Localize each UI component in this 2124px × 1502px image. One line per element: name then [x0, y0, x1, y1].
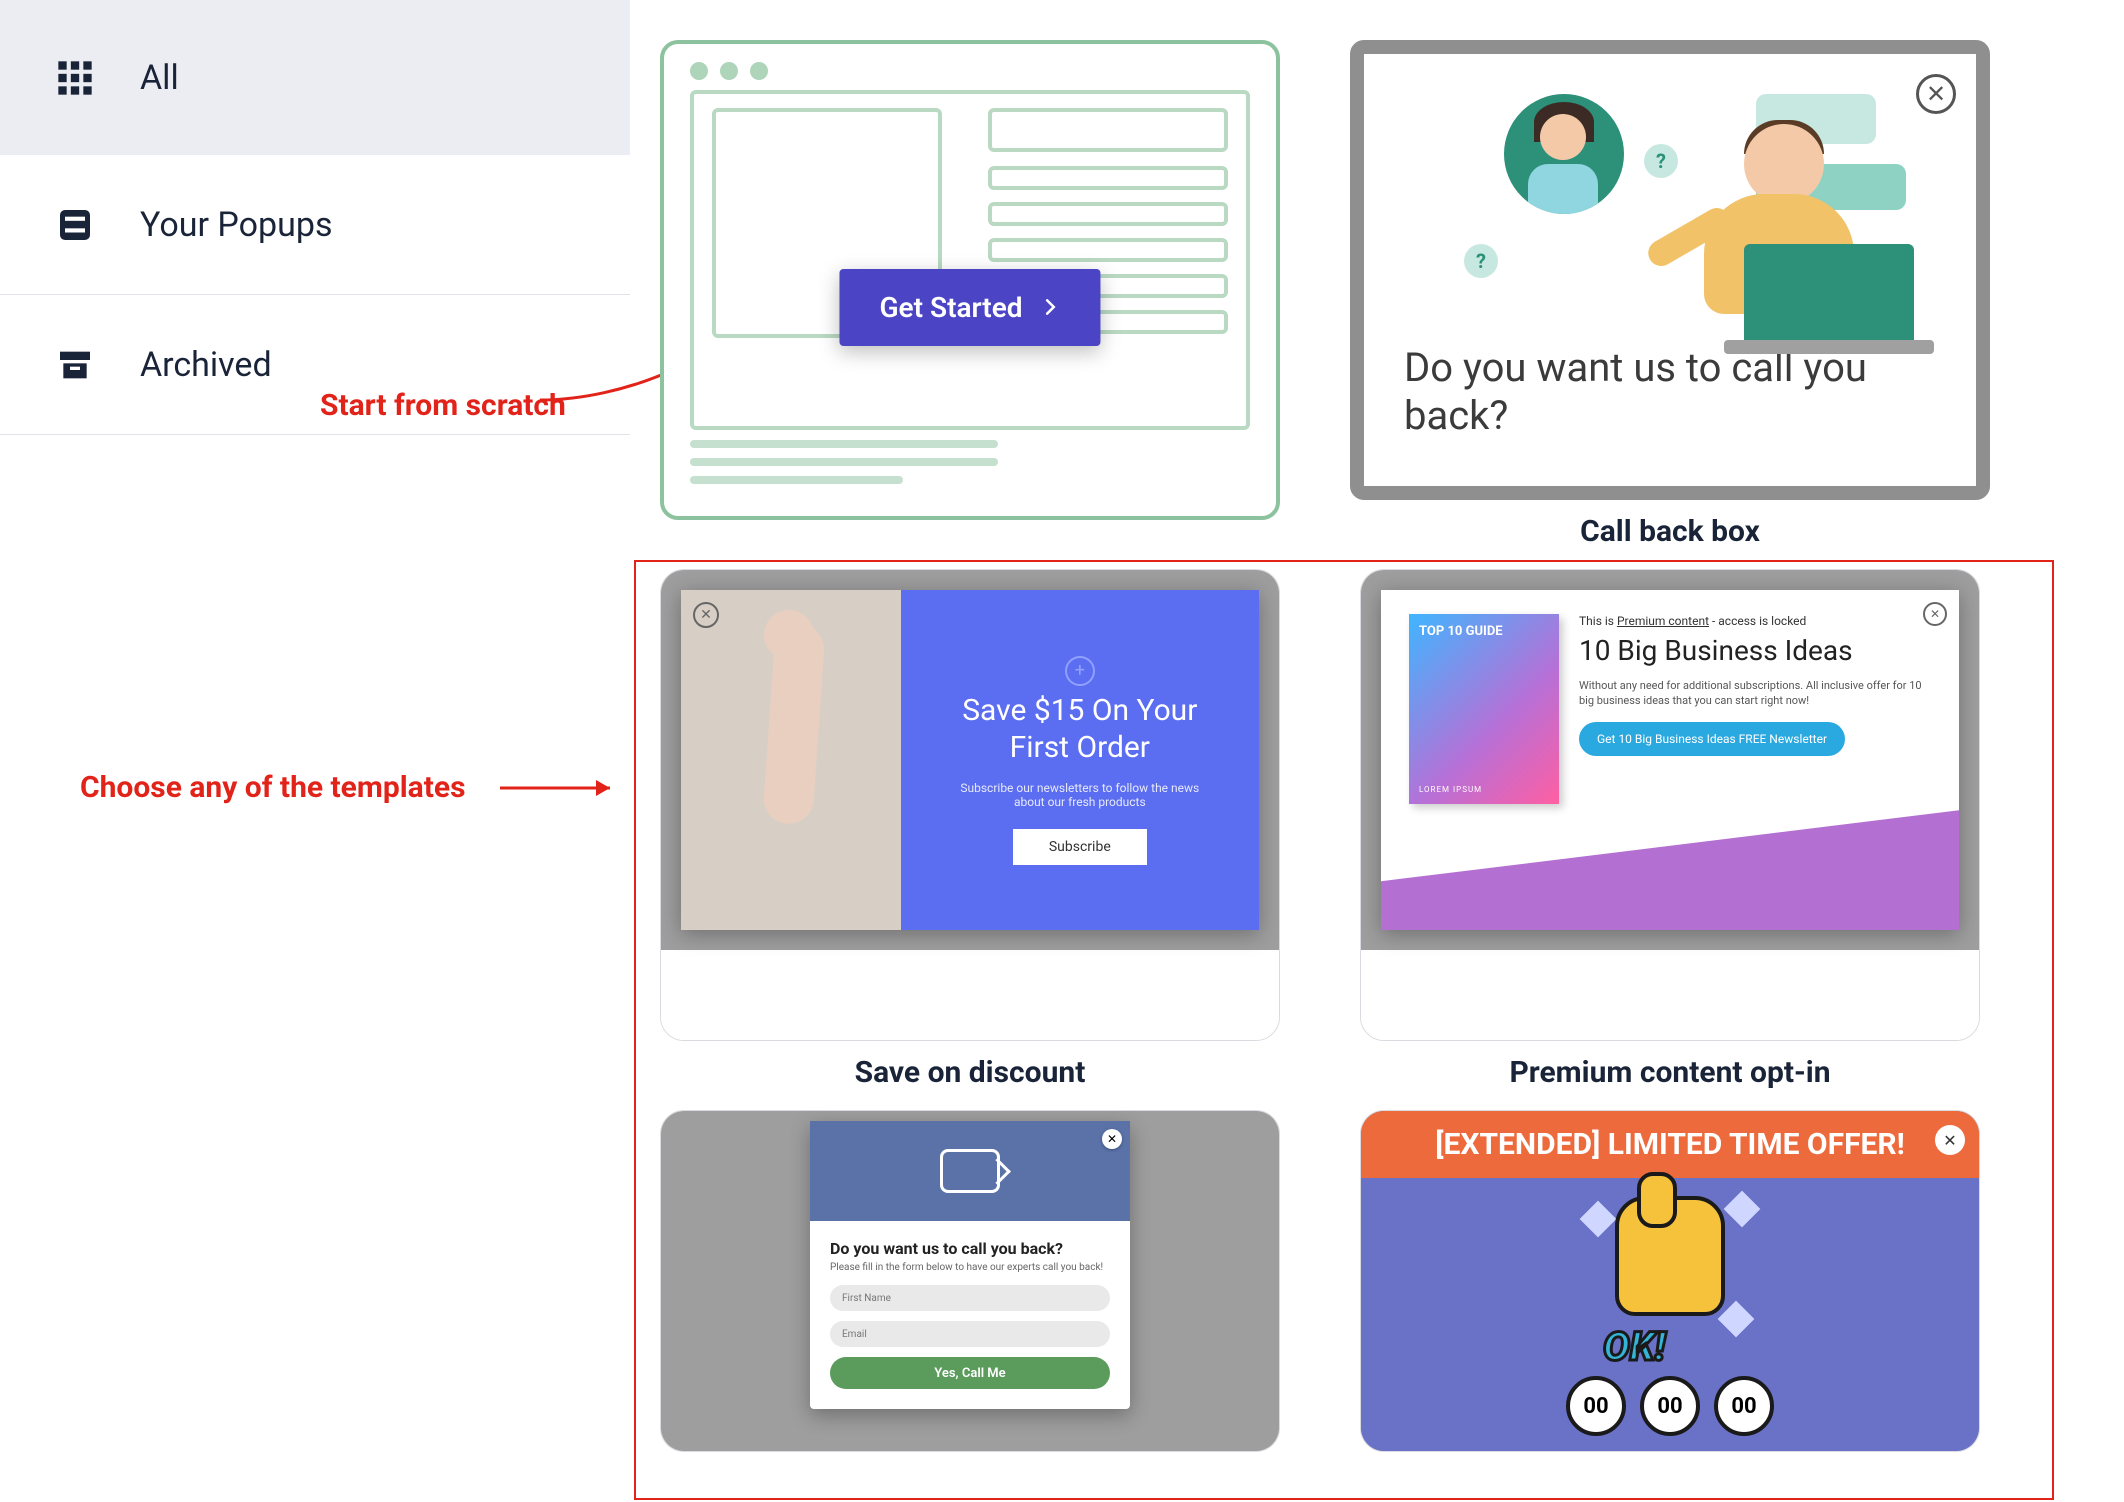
sidebar-label-archived: Archived — [140, 345, 272, 385]
template-limited-offer[interactable]: ✕ [EXTENDED] LIMITED TIME OFFER! OK! 00 … — [1360, 1110, 1980, 1452]
limited-offer-banner: [EXTENDED] LIMITED TIME OFFER! — [1361, 1111, 1979, 1178]
sidebar-label-all: All — [140, 58, 179, 98]
get-started-button[interactable]: Get Started — [839, 269, 1100, 346]
premium-meta-prefix: This is — [1579, 614, 1617, 628]
get-started-label: Get Started — [879, 291, 1022, 324]
template-save-discount[interactable]: ✕ + Save $15 On Your First Order Subscri… — [660, 569, 1280, 1041]
first-name-field: First Name — [830, 1285, 1110, 1311]
premium-book-label: TOP 10 GUIDE — [1409, 614, 1559, 649]
arrow-choose-templates — [500, 774, 630, 804]
callback-form-sub: Please fill in the form below to have ou… — [830, 1262, 1110, 1273]
close-icon: ✕ — [693, 602, 719, 628]
premium-desc: Without any need for additional subscrip… — [1579, 678, 1931, 709]
close-icon: ✕ — [1935, 1125, 1965, 1155]
annotation-choose-templates: Choose any of the templates — [80, 770, 466, 805]
save-discount-image: ✕ — [681, 590, 901, 930]
template-title-save-discount: Save on discount — [855, 1055, 1086, 1090]
wireframe-dots — [690, 62, 1250, 80]
template-title-premium: Premium content opt-in — [1509, 1055, 1830, 1090]
callback-illustration: ? ? — [1404, 84, 1936, 344]
wireframe-body — [690, 90, 1250, 430]
templates-area: Get Started ✕ ? ? — [650, 0, 2090, 1452]
mail-icon — [940, 1149, 1000, 1193]
chevron-right-icon — [1041, 291, 1061, 324]
premium-meta-link: Premium content — [1617, 614, 1709, 628]
yes-call-me-button: Yes, Call Me — [830, 1357, 1110, 1389]
premium-cta-button: Get 10 Big Business Ideas FREE Newslette… — [1579, 722, 1845, 756]
email-field: Email — [830, 1321, 1110, 1347]
sidebar: All Your Popups Archived — [0, 0, 630, 1502]
premium-heading: 10 Big Business Ideas — [1579, 634, 1931, 668]
template-title-callback: Call back box — [1580, 514, 1760, 549]
premium-book-sub: LOREM IPSUM — [1419, 785, 1482, 794]
template-callback-form[interactable]: ✕ Do you want us to call you back? Pleas… — [660, 1110, 1280, 1452]
template-premium-content[interactable]: ✕ TOP 10 GUIDE LOREM IPSUM This is Premi… — [1360, 569, 1980, 1041]
sidebar-label-your-popups: Your Popups — [140, 205, 333, 245]
premium-meta: This is Premium content - access is lock… — [1579, 614, 1931, 628]
premium-meta-suffix: - access is locked — [1709, 614, 1806, 628]
callback-form-header — [810, 1121, 1130, 1221]
sidebar-item-all[interactable]: All — [0, 0, 630, 155]
save-discount-heading: Save $15 On Your First Order — [931, 692, 1229, 767]
archive-icon — [50, 340, 100, 390]
premium-book-cover: TOP 10 GUIDE LOREM IPSUM — [1409, 614, 1559, 804]
close-icon: ✕ — [1923, 602, 1947, 626]
countdown-timers: 00 00 00 — [1361, 1376, 1979, 1436]
callback-headline: Do you want us to call you back? — [1404, 344, 1936, 440]
callback-form-heading: Do you want us to call you back? — [830, 1239, 1110, 1258]
subscribe-button: Subscribe — [1013, 829, 1147, 865]
timer-circle: 00 — [1714, 1376, 1774, 1436]
ok-sticker: OK! — [1585, 1196, 1755, 1366]
save-discount-sub: Subscribe our newsletters to follow the … — [931, 781, 1229, 809]
timer-circle: 00 — [1640, 1376, 1700, 1436]
ok-text: OK! — [1603, 1323, 1665, 1370]
timer-circle: 00 — [1566, 1376, 1626, 1436]
plus-icon: + — [1065, 656, 1095, 686]
grid-icon — [50, 53, 100, 103]
template-callback-box[interactable]: ✕ ? ? Do you want us to call you back? — [1350, 40, 1990, 500]
close-icon: ✕ — [1102, 1129, 1122, 1149]
popups-icon — [50, 200, 100, 250]
template-get-started[interactable]: Get Started — [660, 40, 1280, 520]
